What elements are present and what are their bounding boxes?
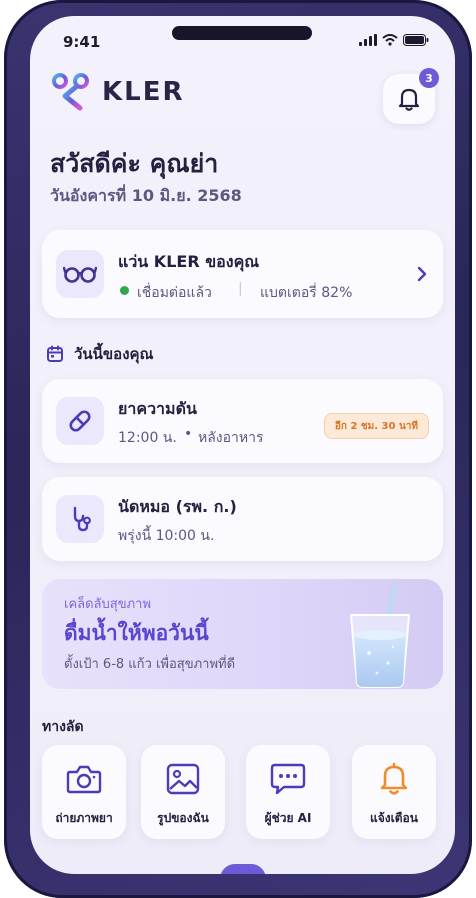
status-icons [359,34,429,46]
medication-countdown-badge: อีก 2 ชม. 30 นาที [323,413,429,439]
status-separator: | [238,281,243,297]
glasses-icon [63,266,97,283]
pill-icon [69,410,91,432]
kler-logo-icon [52,73,89,111]
battery-icon [403,34,429,46]
signal-icon [359,34,377,46]
shortcut-gallery[interactable]: รูปของฉัน [141,745,225,839]
shortcut-alerts[interactable]: แจ้งเตือน [352,745,436,839]
bell-icon [398,88,420,111]
appointment-card[interactable]: นัดหมอ (รพ. ก.) พรุ่งนี้ 10:00 น. [42,477,443,561]
device-status: เชื่อมต่อแล้ว [137,285,212,301]
shortcut-camera[interactable]: ถ่ายภาพยา [42,745,126,839]
dynamic-island [172,26,312,40]
wifi-icon [382,34,398,46]
appointment-time: พรุ่งนี้ 10:00 น. [118,528,215,544]
health-tip-label: เคล็ดลับสุขภาพ [64,597,152,612]
notifications-button[interactable]: 3 [383,68,439,124]
stethoscope-icon [73,506,91,532]
health-tip-title: ดื่มน้ำให้พอวันนี้ [64,621,209,645]
shortcut-camera-label: ถ่ายภาพยา [55,811,113,825]
battery-level: แบตเตอรี่ 82% [260,285,353,301]
health-tip-description: ตั้งเป้า 6-8 แก้ว เพื่อสุขภาพที่ดี [64,657,236,672]
appointment-title: นัดหมอ (รพ. ก.) [118,497,237,516]
brand-name: KLER [102,77,185,107]
medication-title: ยาความดัน [118,399,197,418]
shortcut-ai-assistant-label: ผู้ช่วย AI [264,811,312,825]
notification-count-badge: 3 [419,68,439,88]
connected-dot [120,286,129,295]
medication-dot: • [184,426,193,442]
greeting-title: สวัสดีค่ะ คุณย่า [50,149,219,178]
medication-note: หลังอาหาร [198,430,264,446]
status-time: 9:41 [63,33,101,51]
pill-tile [56,397,104,445]
bell-icon [376,761,412,797]
chevron-right-icon [417,266,427,282]
brand-logo: KLER [50,72,185,112]
shortcuts-title: ทางลัด [42,719,84,735]
today-section-title: วันนี้ของคุณ [74,345,154,363]
calendar-icon [47,345,63,362]
today-section-header: วันนี้ของคุณ [46,342,153,366]
glasses-tile [56,250,104,298]
medication-time: 12:00 น. [118,430,177,446]
health-tip-banner[interactable]: เคล็ดลับสุขภาพ ดื่มน้ำให้พอวันนี้ ตั้งเป… [42,579,443,689]
image-icon [165,761,201,797]
shortcut-ai-assistant[interactable]: ผู้ช่วย AI [246,745,330,839]
device-card[interactable]: แว่น KLER ของคุณ เชื่อมต่อแล้ว | แบตเตอร… [42,230,443,318]
greeting-date: วันอังคารที่ 10 มิ.ย. 2568 [50,186,242,205]
chat-icon [270,761,306,797]
bottom-action-button[interactable] [220,864,266,874]
shortcut-gallery-label: รูปของฉัน [157,811,209,825]
stethoscope-tile [56,495,104,543]
shortcut-alerts-label: แจ้งเตือน [370,811,418,825]
phone-frame: 9:41 KLER 3 สวัสดีค่ะ คุณย่า วันอังคารที… [4,0,472,898]
app-screen: 9:41 KLER 3 สวัสดีค่ะ คุณย่า วันอังคารที… [30,16,455,874]
medication-card[interactable]: ยาความดัน 12:00 น. • หลังอาหาร อีก 2 ชม.… [42,379,443,463]
camera-icon [66,761,102,797]
water-glass-illustration [349,583,411,688]
device-title: แว่น KLER ของคุณ [118,252,260,271]
